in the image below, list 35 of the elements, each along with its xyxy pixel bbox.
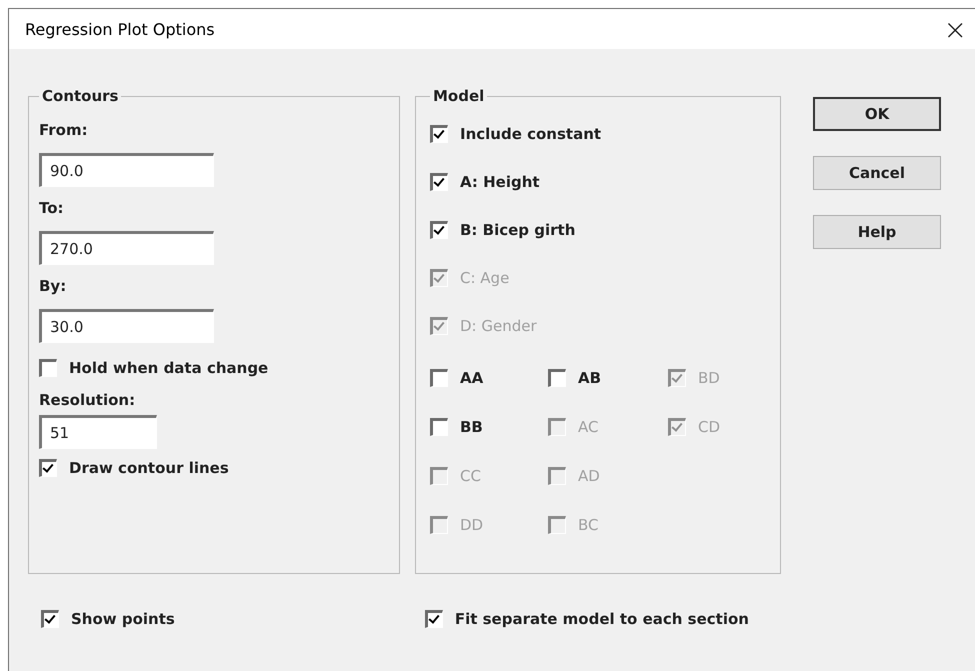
field-label: From: <box>39 121 88 139</box>
checkbox-label[interactable]: BB <box>460 418 483 436</box>
checkbox-label[interactable]: Include constant <box>460 125 602 143</box>
checkbox-label[interactable]: AA <box>460 368 484 386</box>
checkbox[interactable] <box>430 221 448 239</box>
checkbox-label[interactable]: AB <box>578 368 602 386</box>
field-label: To: <box>39 199 64 217</box>
checkbox[interactable] <box>430 418 448 436</box>
input-field[interactable]: 270.0 <box>39 231 214 265</box>
checkbox[interactable] <box>548 368 566 386</box>
close-button[interactable]: × <box>936 12 975 46</box>
input-field[interactable]: 90.0 <box>39 153 214 187</box>
dialog-button[interactable]: Help <box>813 215 941 249</box>
field-label: Resolution: <box>39 391 136 409</box>
dialog-button[interactable]: OK <box>813 97 941 131</box>
checkbox[interactable] <box>430 125 448 143</box>
group-title: Contours <box>41 87 120 105</box>
checkbox[interactable] <box>430 173 448 191</box>
checkbox[interactable] <box>430 368 448 386</box>
field-label: By: <box>39 277 66 295</box>
checkbox[interactable] <box>39 459 57 477</box>
checkbox-label[interactable]: B: Bicep girth <box>460 221 576 239</box>
checkbox-label[interactable]: A: Height <box>460 173 540 191</box>
checkbox-label[interactable]: Show points <box>71 610 175 628</box>
window-title: Regression Plot Options <box>25 20 215 38</box>
dialog-button[interactable]: Cancel <box>813 156 941 190</box>
checkbox[interactable] <box>39 359 57 377</box>
checkbox[interactable] <box>424 610 443 628</box>
input-field[interactable]: 51 <box>39 415 157 449</box>
input-field[interactable]: 30.0 <box>39 309 214 343</box>
checkbox-label[interactable]: Hold when data change <box>69 359 268 377</box>
checkbox-label[interactable]: Fit separate model to each section <box>454 610 749 628</box>
group-title: Model <box>432 87 486 105</box>
checkbox-label[interactable]: Draw contour lines <box>69 459 229 477</box>
checkbox[interactable] <box>41 610 59 628</box>
